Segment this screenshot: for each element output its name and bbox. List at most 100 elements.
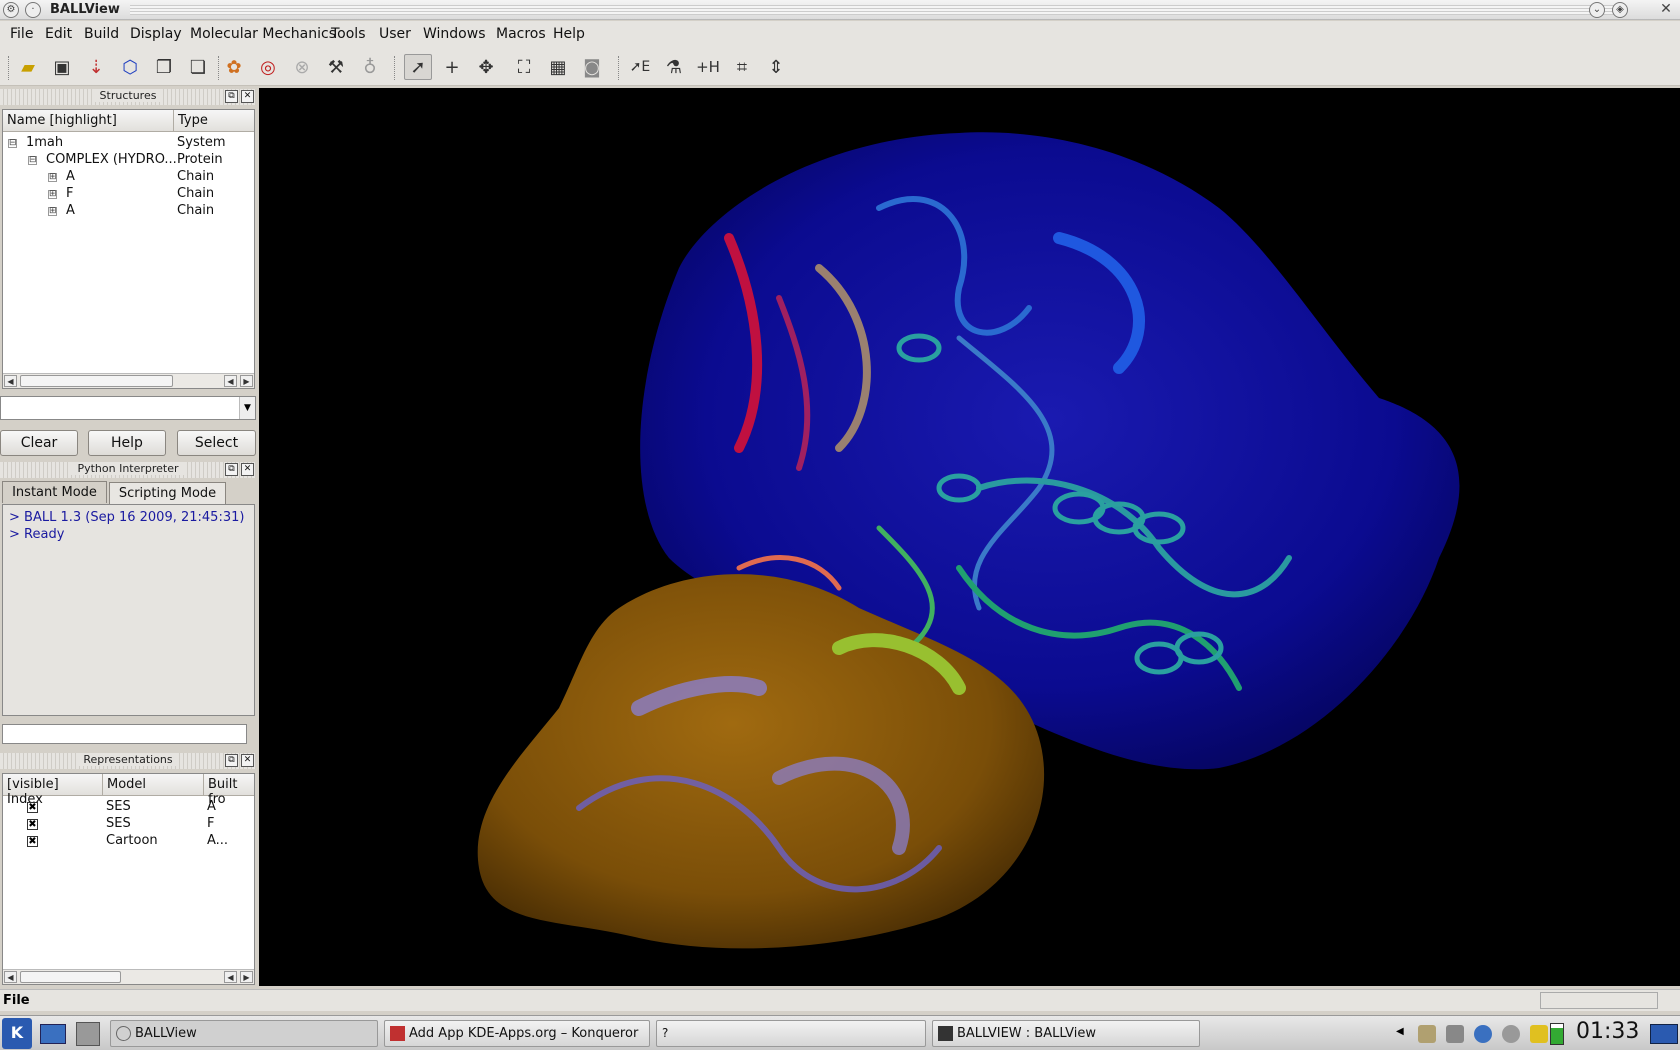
crosshair-icon[interactable]: + — [438, 54, 466, 80]
toolbar-handle[interactable] — [8, 56, 10, 80]
python-input[interactable] — [2, 724, 247, 744]
close-icon[interactable]: ✕ — [241, 754, 254, 767]
task-ballview[interactable]: BALLView — [110, 1020, 378, 1047]
select-cursor-icon[interactable]: ➚ — [404, 54, 432, 80]
kde-menu-icon[interactable]: K — [2, 1018, 32, 1049]
scrollbar-thumb[interactable] — [20, 375, 173, 387]
visible-checkbox[interactable]: ✖ — [27, 819, 38, 830]
visible-checkbox[interactable]: ✖ — [27, 836, 38, 847]
fit-view-icon[interactable]: ⛶ — [510, 54, 538, 80]
scrollbar-thumb[interactable] — [20, 971, 121, 983]
tree-row[interactable]: ⊞ A Chain — [3, 169, 254, 186]
tab-instant-mode[interactable]: Instant Mode — [2, 481, 107, 503]
python-output[interactable]: > BALL 1.3 (Sep 16 2009, 21:45:31) > Rea… — [2, 504, 255, 716]
browser-icon[interactable] — [1474, 1025, 1492, 1043]
help-button[interactable]: Help — [88, 430, 166, 456]
chevron-down-icon[interactable]: ▼ — [239, 397, 255, 419]
menu-molecular-mechanics[interactable]: Molecular Mechanics — [190, 26, 336, 42]
list-item[interactable]: ✖ Cartoon A... — [3, 833, 254, 850]
column-header-type[interactable]: Type — [174, 110, 254, 132]
stop-icon[interactable]: ⊗ — [288, 54, 316, 80]
edit-mode-icon[interactable]: ➚E — [626, 54, 654, 80]
menu-user[interactable]: User — [379, 26, 411, 42]
network-icon[interactable] — [1446, 1025, 1464, 1043]
collapse-icon[interactable]: ⊟ — [28, 156, 37, 165]
scroll-left-icon[interactable]: ◀ — [224, 971, 237, 983]
sticky-icon[interactable]: · — [25, 2, 41, 18]
scroll-right-icon[interactable]: ▶ — [240, 375, 253, 387]
plot-icon[interactable]: ⌗ — [728, 54, 756, 80]
info-icon[interactable] — [1502, 1025, 1520, 1043]
task-konqueror[interactable]: Add App KDE-Apps.org – Konqueror — [384, 1020, 650, 1047]
task-ballview-terminal[interactable]: BALLVIEW : BALLView — [932, 1020, 1200, 1047]
column-header-model[interactable]: Model — [103, 774, 204, 796]
menu-help[interactable]: Help — [553, 26, 585, 42]
menu-windows[interactable]: Windows — [423, 26, 486, 42]
move-icon[interactable]: ✥ — [472, 54, 500, 80]
task-blank[interactable]: ? — [656, 1020, 926, 1047]
representations-list[interactable]: [visible] Index Model Built fro ✖ SES A … — [2, 773, 255, 985]
open-folder-icon[interactable]: ▰ — [14, 54, 42, 80]
list-item[interactable]: ✖ SES F — [3, 816, 254, 833]
column-header-index[interactable]: [visible] Index — [3, 774, 103, 807]
tree-row[interactable]: ⊟ COMPLEX (HYDRO... Protein — [3, 152, 254, 169]
clear-button[interactable]: Clear — [0, 430, 78, 456]
structures-tree[interactable]: Name [highlight] Type ⊟ 1mah System ⊟ CO… — [2, 109, 255, 389]
wrench-icon[interactable]: ⚒ — [322, 54, 350, 80]
power-icon[interactable] — [1530, 1025, 1548, 1043]
tray-arrow-icon[interactable]: ◀ — [1396, 1026, 1404, 1037]
camera-icon[interactable]: ◙ — [578, 54, 606, 80]
pager-icon[interactable] — [76, 1022, 100, 1046]
battery-icon[interactable] — [1550, 1023, 1564, 1045]
flask-icon[interactable]: ⚗ — [660, 54, 688, 80]
save-icon[interactable]: ▣ — [48, 54, 76, 80]
palette-icon[interactable]: ✿ — [220, 54, 248, 80]
float-icon[interactable]: ⧉ — [225, 90, 238, 103]
hexagon-icon[interactable]: ⬡ — [116, 54, 144, 80]
list-item[interactable]: ✖ SES A — [3, 799, 254, 816]
expand-icon[interactable]: ⊞ — [48, 173, 57, 182]
float-icon[interactable]: ⧉ — [225, 463, 238, 476]
maximize-icon[interactable]: ◈ — [1612, 2, 1628, 18]
clipboard-icon[interactable]: ❏ — [184, 54, 212, 80]
minimize-icon[interactable]: ⌄ — [1589, 2, 1605, 18]
expand-icon[interactable]: ⊞ — [48, 207, 57, 216]
clock[interactable]: 01:33 — [1576, 1019, 1639, 1044]
close-icon[interactable]: ✕ — [1658, 2, 1674, 18]
target-icon[interactable]: ◎ — [254, 54, 282, 80]
menu-build[interactable]: Build — [84, 26, 119, 42]
lightbulb-icon[interactable]: ♁ — [356, 54, 384, 80]
desktop-preview-icon[interactable] — [1650, 1024, 1678, 1044]
select-button[interactable]: Select — [177, 430, 256, 456]
menu-macros[interactable]: Macros — [496, 26, 546, 42]
representations-dock-title[interactable]: Representations ⧉ ✕ — [0, 753, 256, 769]
horizontal-scrollbar[interactable]: ◀ ◀ ▶ — [3, 373, 254, 388]
menu-tools[interactable]: Tools — [331, 26, 366, 42]
close-icon[interactable]: ✕ — [241, 463, 254, 476]
tab-scripting-mode[interactable]: Scripting Mode — [109, 482, 226, 504]
distance-icon[interactable]: ⇕ — [762, 54, 790, 80]
download-molecule-icon[interactable]: ⇣ — [82, 54, 110, 80]
python-dock-title[interactable]: Python Interpreter ⧉ ✕ — [0, 462, 256, 478]
visible-checkbox[interactable]: ✖ — [27, 802, 38, 813]
horizontal-scrollbar[interactable]: ◀ ◀ ▶ — [3, 969, 254, 984]
scroll-left-icon[interactable]: ◀ — [4, 971, 17, 983]
search-combo[interactable]: ▼ — [0, 396, 256, 420]
add-hydrogens-icon[interactable]: +H — [694, 54, 722, 80]
scroll-right-icon[interactable]: ▶ — [240, 971, 253, 983]
expand-icon[interactable]: ⊞ — [48, 190, 57, 199]
tree-row[interactable]: ⊞ F Chain — [3, 186, 254, 203]
scroll-left-icon[interactable]: ◀ — [224, 375, 237, 387]
scroll-left-icon[interactable]: ◀ — [4, 375, 17, 387]
collapse-icon[interactable]: ⊟ — [8, 139, 17, 148]
structures-dock-title[interactable]: Structures ⧉ ✕ — [0, 89, 256, 105]
copy-window-icon[interactable]: ❐ — [150, 54, 178, 80]
speaker-icon[interactable] — [1418, 1025, 1436, 1043]
float-icon[interactable]: ⧉ — [225, 754, 238, 767]
menu-file[interactable]: File — [10, 26, 33, 42]
tree-row[interactable]: ⊞ A Chain — [3, 203, 254, 220]
window-menu-icon[interactable]: ⚙ — [3, 2, 19, 18]
show-desktop-icon[interactable] — [40, 1024, 66, 1044]
grid-icon[interactable]: ▦ — [544, 54, 572, 80]
molecule-3d-viewer[interactable] — [259, 88, 1680, 986]
